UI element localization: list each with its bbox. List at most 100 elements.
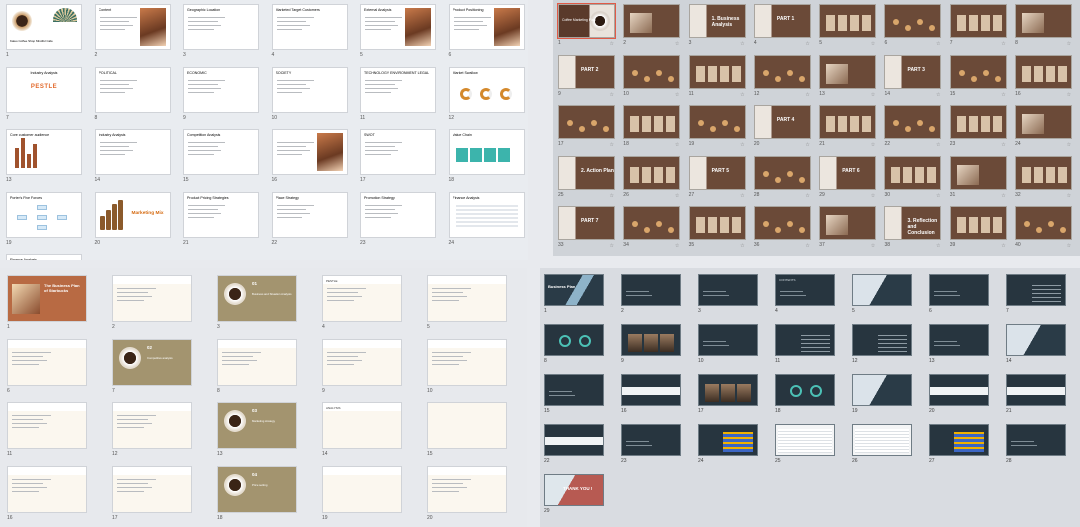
slide-preview[interactable] [112, 465, 192, 513]
slide-thumbnail-11[interactable]: 11 [7, 402, 87, 466]
slide-preview[interactable] [623, 155, 681, 190]
slide-thumbnail-23[interactable]: 23 [621, 424, 681, 474]
slide-preview[interactable]: PART 7 [558, 206, 615, 240]
slide-preview[interactable] [688, 206, 746, 240]
slide-preview[interactable]: The Business Plan of Starbucks [7, 275, 87, 322]
slide-thumbnail-4[interactable]: CONTENTS 4 [775, 274, 835, 324]
slide-preview[interactable]: Value Chain [448, 129, 525, 175]
slide-thumbnail-30[interactable]: ☆ 30 [884, 155, 942, 207]
slide-preview[interactable] [698, 424, 758, 456]
slide-thumbnail-3[interactable]: Geographic Location 3 [183, 4, 259, 67]
slide-thumbnail-32[interactable]: ☆ 32 [1015, 155, 1073, 207]
slide-thumbnail-10[interactable]: ☆ 10 [623, 54, 681, 106]
star-icon[interactable]: ☆ [871, 92, 875, 98]
slide-preview[interactable] [427, 402, 507, 449]
star-icon[interactable]: ☆ [1067, 142, 1071, 148]
slide-thumbnail-8[interactable]: ☆ 8 [1015, 4, 1073, 55]
star-icon[interactable]: ☆ [936, 92, 940, 98]
slide-thumbnail-9[interactable]: ☆ PART 2 9 [558, 54, 615, 106]
slide-preview[interactable] [1015, 54, 1073, 89]
slide-thumbnail-5[interactable]: 5 [852, 274, 912, 324]
slide-thumbnail-23[interactable]: Promotion Strategy 23 [360, 191, 436, 255]
slide-thumbnail-7[interactable]: 7 [1006, 274, 1066, 324]
slide-thumbnail-2[interactable]: 2 [621, 274, 681, 324]
slide-preview[interactable]: Content [94, 4, 171, 50]
slide-preview[interactable] [1015, 105, 1073, 139]
slide-preview[interactable]: PART 1 [753, 4, 811, 38]
slide-thumbnail-11[interactable]: ☆ 11 [688, 54, 746, 106]
slide-preview[interactable] [271, 129, 348, 175]
slide-preview[interactable]: Industry Analysis [94, 129, 171, 175]
slide-thumbnail-1[interactable]: The Business Plan of Starbucks 1 [7, 275, 87, 339]
slide-preview[interactable] [621, 374, 681, 406]
slide-preview[interactable] [1006, 274, 1066, 306]
slide-thumbnail-3[interactable]: 01 Business and Situation Analysis 3 [217, 275, 297, 339]
slide-thumbnail-12[interactable]: Market Swallow 12 [448, 66, 525, 130]
slide-thumbnail-17[interactable]: SWOT 17 [360, 129, 436, 192]
slide-preview[interactable] [322, 338, 402, 386]
star-icon[interactable]: ☆ [675, 92, 679, 98]
slide-preview[interactable] [558, 105, 615, 139]
star-icon[interactable]: ☆ [871, 142, 875, 148]
slide-thumbnail-19[interactable]: 19 [322, 465, 402, 527]
star-icon[interactable]: ☆ [805, 41, 809, 47]
slide-preview[interactable]: Business Plan [544, 274, 604, 306]
slide-thumbnail-12[interactable]: 12 [852, 324, 912, 374]
star-icon[interactable]: ☆ [740, 92, 744, 98]
star-icon[interactable]: ☆ [936, 243, 940, 249]
star-icon[interactable]: ☆ [675, 193, 679, 199]
slide-preview[interactable]: Finance Analysis [448, 191, 525, 238]
slide-thumbnail-6[interactable]: ☆ 6 [884, 4, 942, 55]
slide-thumbnail-8[interactable]: 8 [217, 338, 297, 403]
slide-preview[interactable] [1006, 424, 1066, 456]
slide-preview[interactable] [949, 206, 1007, 240]
slide-thumbnail-26[interactable]: ☆ 26 [623, 155, 681, 207]
slide-thumbnail-9[interactable]: 9 [322, 338, 402, 403]
slide-thumbnail-13[interactable]: ☆ 13 [819, 54, 877, 106]
slide-preview[interactable]: 01 Business and Situation Analysis [217, 275, 297, 322]
slide-thumbnail-37[interactable]: ☆ 37 [819, 206, 877, 256]
slide-preview[interactable]: Promotion Strategy [360, 191, 436, 238]
slide-thumbnail-18[interactable]: 04 Price setting 18 [217, 465, 297, 527]
slide-preview[interactable]: External Analysis [360, 4, 436, 50]
slide-preview[interactable]: Kaleo Coffee Shop Mindful Cafe [6, 4, 82, 50]
slide-preview[interactable] [852, 424, 912, 456]
slide-thumbnail-23[interactable]: ☆ 23 [949, 105, 1007, 156]
star-icon[interactable]: ☆ [1067, 92, 1071, 98]
star-icon[interactable]: ☆ [936, 193, 940, 199]
slide-thumbnail-16[interactable]: ☆ 16 [1015, 54, 1073, 106]
slide-preview[interactable] [753, 54, 811, 89]
slide-preview[interactable] [949, 155, 1007, 190]
slide-thumbnail-5[interactable]: ☆ 5 [819, 4, 877, 55]
star-icon[interactable]: ☆ [675, 142, 679, 148]
slide-preview[interactable]: Marketing Mix [94, 191, 171, 238]
slide-preview[interactable] [544, 424, 604, 456]
slide-thumbnail-40[interactable]: ☆ 40 [1015, 206, 1073, 256]
slide-preview[interactable] [929, 374, 989, 406]
slide-preview[interactable] [688, 54, 746, 89]
slide-thumbnail-2[interactable]: ☆ 2 [623, 4, 681, 55]
slide-preview[interactable] [544, 324, 604, 356]
slide-thumbnail-1[interactable]: Business Plan 1 [544, 274, 604, 324]
slide-preview[interactable] [929, 274, 989, 306]
slide-thumbnail-20[interactable]: 20 [427, 465, 507, 527]
slide-preview[interactable]: PART 4 [753, 105, 811, 139]
slide-thumbnail-3[interactable]: 3 [698, 274, 758, 324]
slide-preview[interactable] [623, 54, 681, 89]
star-icon[interactable]: ☆ [805, 142, 809, 148]
star-icon[interactable]: ☆ [1001, 142, 1005, 148]
slide-preview[interactable]: 3. Reflection and Conclusion [884, 206, 942, 240]
slide-preview[interactable] [7, 402, 87, 449]
star-icon[interactable]: ☆ [740, 142, 744, 148]
slide-preview[interactable] [852, 274, 912, 306]
slide-preview[interactable]: Industry Analysis PESTLE [6, 66, 82, 113]
slide-thumbnail-38[interactable]: ☆ 3. Reflection and Conclusion 38 [884, 206, 942, 256]
slide-preview[interactable] [621, 424, 681, 456]
slide-preview[interactable] [698, 324, 758, 356]
slide-preview[interactable] [623, 4, 681, 38]
star-icon[interactable]: ☆ [871, 193, 875, 199]
slide-thumbnail-21[interactable]: Product Pricing Strategies 21 [183, 191, 259, 255]
slide-thumbnail-7[interactable]: ☆ 7 [949, 4, 1007, 55]
star-icon[interactable]: ☆ [1001, 243, 1005, 249]
slide-thumbnail-19[interactable]: ☆ 19 [688, 105, 746, 156]
